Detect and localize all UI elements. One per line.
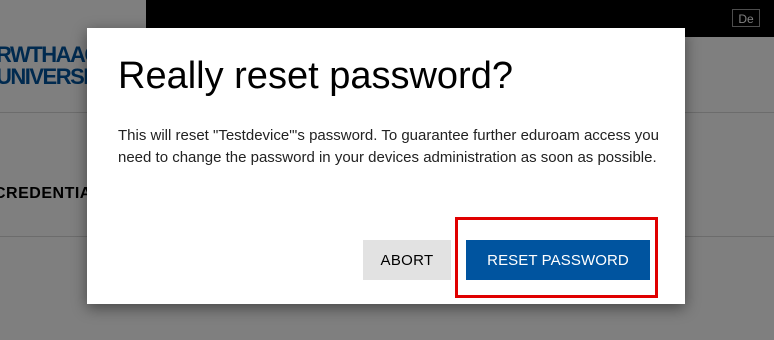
abort-button[interactable]: ABORT	[363, 240, 451, 280]
dialog-message: This will reset "Testdevice"'s password.…	[118, 127, 659, 166]
reset-password-button[interactable]: RESET PASSWORD	[466, 240, 650, 280]
reset-password-dialog: Really reset password? This will reset "…	[87, 28, 685, 304]
dialog-title: Really reset password?	[118, 55, 513, 97]
